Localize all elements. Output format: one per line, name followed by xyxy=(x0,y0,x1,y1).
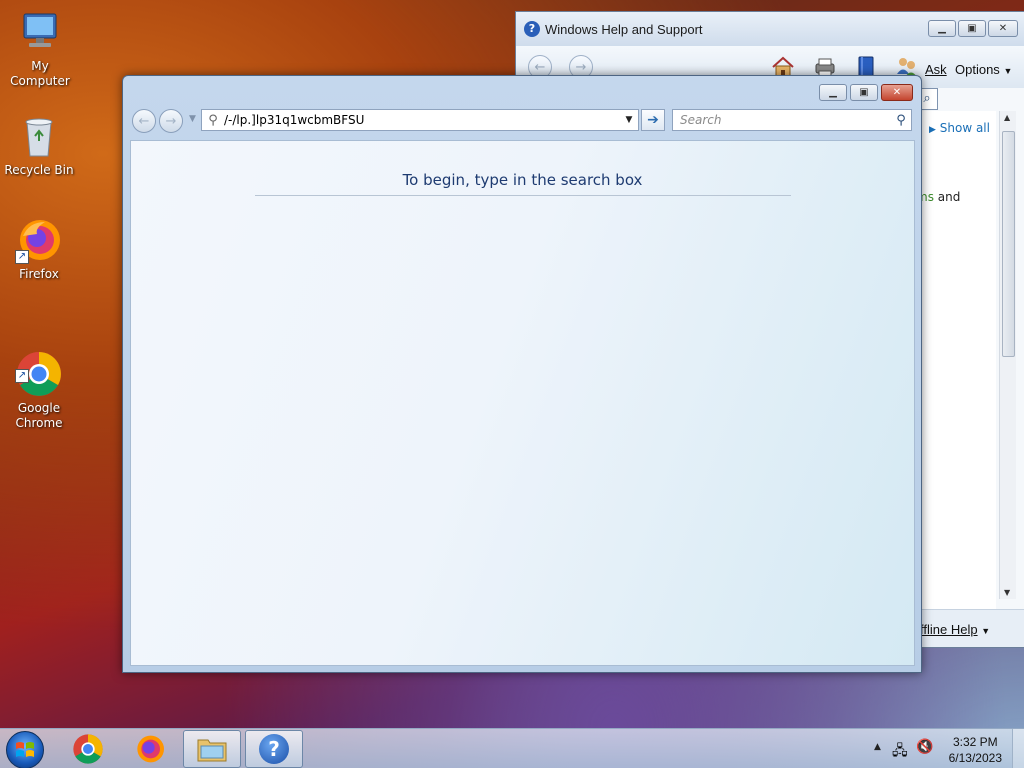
chrome-icon: ↗ xyxy=(15,335,63,396)
desktop-icon-label: Google Chrome xyxy=(15,401,63,430)
forward-arrow-icon: → xyxy=(575,59,587,75)
arrow-right-icon: ➔ xyxy=(647,112,659,128)
scrollbar-thumb[interactable] xyxy=(1002,131,1015,357)
search-input[interactable] xyxy=(673,113,891,127)
divider xyxy=(255,195,791,196)
search-box[interactable]: ⚲ xyxy=(672,109,912,131)
taskbar-chrome[interactable] xyxy=(59,730,117,768)
maximize-button[interactable]: ▣ xyxy=(850,84,878,101)
close-button[interactable]: ✕ xyxy=(881,84,913,101)
system-tray: ▲ 🖧 🔇 3:32 PM 6/13/2023 xyxy=(864,729,1024,768)
desktop-icon-recycle-bin[interactable]: Recycle Bin xyxy=(0,112,79,178)
shortcut-arrow-icon: ↗ xyxy=(15,369,29,383)
partial-content-text: ms and xyxy=(916,190,960,204)
show-all-link[interactable]: ▶ Show all xyxy=(929,121,990,135)
back-forward-group: ← → xyxy=(132,109,188,133)
network-icon[interactable]: 🖧 xyxy=(892,740,908,764)
ask-menu[interactable]: Ask xyxy=(925,62,947,77)
recent-pages-dropdown-icon[interactable]: ▼ xyxy=(189,114,196,124)
help-content-pane: ▶ Show all ms and xyxy=(916,111,996,624)
computer-icon xyxy=(16,8,64,56)
back-arrow-icon: ← xyxy=(534,59,546,75)
desktop-icon-label: My Computer xyxy=(10,59,70,88)
desktop-icon-label: Recycle Bin xyxy=(4,163,74,177)
options-menu-label: Options xyxy=(955,62,1000,77)
search-icon[interactable]: ⚲ xyxy=(891,113,911,128)
minimize-button[interactable]: ▁ xyxy=(819,84,847,101)
taskbar-firefox[interactable] xyxy=(121,730,179,768)
address-bar[interactable]: ⚲ ▼ xyxy=(201,109,639,131)
address-input[interactable] xyxy=(224,110,620,130)
start-button[interactable] xyxy=(6,731,44,768)
help-scrollbar[interactable]: ▲ ▼ xyxy=(999,111,1016,599)
scroll-up-icon[interactable]: ▲ xyxy=(1004,113,1010,122)
partial-body-text: and xyxy=(937,190,961,204)
help-question-icon: ? xyxy=(524,21,540,37)
navigation-bar: ← → ▼ ⚲ ▼ ➔ ⚲ xyxy=(131,107,915,135)
minimize-icon: ▁ xyxy=(829,87,837,98)
firefox-icon: ↗ xyxy=(15,216,63,264)
clock-date: 6/13/2023 xyxy=(948,751,1002,765)
go-button[interactable]: ➔ xyxy=(641,109,665,131)
show-all-label: Show all xyxy=(939,121,990,135)
taskbar-help[interactable]: ? xyxy=(245,730,303,768)
desktop-icon-label: Firefox xyxy=(19,267,59,281)
search-caption-buttons: ▁ ▣ ✕ xyxy=(819,84,913,101)
help-minimize-button[interactable]: ▁ xyxy=(928,20,956,37)
folder-icon xyxy=(197,739,227,762)
help-window-title: Windows Help and Support xyxy=(545,21,703,37)
help-caption-buttons: ▁ ▣ ✕ xyxy=(928,20,1018,37)
maximize-icon: ▣ xyxy=(859,87,869,98)
search-results-area: To begin, type in the search box xyxy=(130,140,915,666)
show-hidden-icons-icon[interactable]: ▲ xyxy=(874,742,881,752)
shortcut-arrow-icon: ↗ xyxy=(15,250,29,264)
address-dropdown-icon[interactable]: ▼ xyxy=(620,115,638,125)
show-desktop-button[interactable] xyxy=(1012,729,1024,768)
recycle-bin-icon xyxy=(15,112,63,160)
volume-muted-icon[interactable]: 🔇 xyxy=(916,739,933,755)
help-maximize-button[interactable]: ▣ xyxy=(958,20,986,37)
clock[interactable]: 3:32 PM 6/13/2023 xyxy=(949,734,1002,766)
back-button[interactable]: ← xyxy=(132,109,156,133)
clock-time: 3:32 PM xyxy=(952,735,998,749)
taskbar-explorer[interactable] xyxy=(183,730,241,768)
offline-help-label: ffline Help xyxy=(920,622,978,637)
search-window[interactable]: ▁ ▣ ✕ ← → ▼ ⚲ ▼ ➔ ⚲ To begin, type in th… xyxy=(122,75,922,673)
forward-button[interactable]: → xyxy=(159,109,183,133)
close-icon: ✕ xyxy=(892,87,902,98)
desktop-icon-chrome[interactable]: ↗ Google Chrome xyxy=(0,320,79,446)
chevron-right-icon: ▶ xyxy=(929,125,936,135)
search-icon: ⚲ xyxy=(208,112,218,128)
chrome-icon xyxy=(73,734,103,764)
help-question-icon: ? xyxy=(259,734,289,764)
chevron-down-icon: ▼ xyxy=(981,626,991,636)
scroll-down-icon[interactable]: ▼ xyxy=(1004,588,1010,597)
taskbar: ? ▲ 🖧 🔇 3:32 PM 6/13/2023 xyxy=(0,728,1024,768)
help-close-button[interactable]: ✕ xyxy=(988,20,1018,37)
back-arrow-icon: ← xyxy=(138,113,150,129)
desktop-icon-firefox[interactable]: ↗ Firefox xyxy=(0,216,79,282)
forward-arrow-icon: → xyxy=(165,113,177,129)
options-menu[interactable]: Options ▼ xyxy=(955,62,1012,77)
search-icon: ⌕ xyxy=(923,91,931,106)
empty-state-message: To begin, type in the search box xyxy=(402,171,643,189)
chevron-down-icon: ▼ xyxy=(1003,66,1013,76)
desktop-icon-my-computer[interactable]: My Computer xyxy=(0,8,80,89)
firefox-icon xyxy=(137,735,164,763)
offline-help-menu[interactable]: ffline Help ▼ xyxy=(920,622,990,637)
windows-logo-icon xyxy=(16,742,34,757)
